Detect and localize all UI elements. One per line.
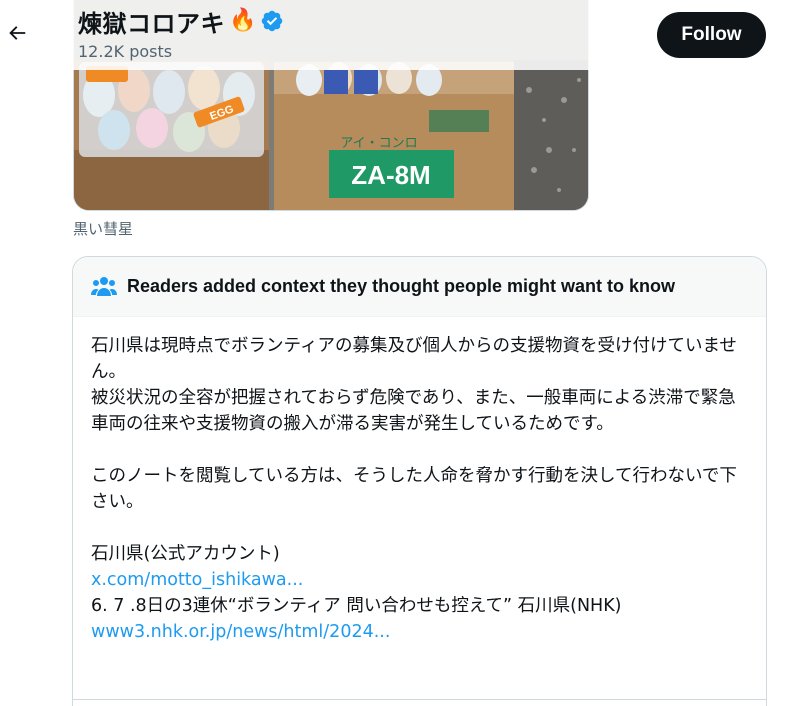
note-paragraph: このノートを閲覧している方は、そうした人命を脅かす行動を決して行わないで下さい。 (91, 466, 737, 512)
profile-title-row: 煉獄コロアキ 🔥 (78, 4, 284, 38)
follow-button[interactable]: Follow (657, 12, 766, 58)
divider (73, 699, 766, 700)
note-paragraph: 被災状況の全容が把握されておらず危険であり、また、一般車両による渋滞で緊急車両の… (91, 388, 736, 434)
note-source-label: 石川県(公式アカウント) (91, 544, 280, 564)
community-note-body: 石川県は現時点でボランティアの募集及び個人からの支援物資を受け付けていません。 … (73, 317, 766, 645)
photo-caption: 黒い彗星 (73, 220, 134, 238)
flame-emoji: 🔥 (229, 8, 257, 33)
verified-badge-icon[interactable] (260, 9, 284, 33)
profile-header: 煉獄コロアキ 🔥 12.2K posts Follow (0, 0, 797, 70)
note-source-link[interactable]: x.com/motto_ishikawa... (91, 567, 748, 593)
note-source-label: 6. 7 .8日の3連休“ボランティア 問い合わせも控えて” 石川県(NHK) (91, 596, 622, 616)
community-note: Readers added context they thought peopl… (72, 256, 767, 706)
box-label-top: アイ・コンロ (340, 136, 417, 151)
back-button[interactable] (0, 14, 34, 52)
box-label-main: ZA-8M (351, 160, 430, 190)
note-source-link[interactable]: www3.nhk.or.jp/news/html/2024... (91, 619, 748, 645)
community-note-header: Readers added context they thought peopl… (73, 257, 766, 317)
people-icon (91, 276, 117, 296)
community-note-title: Readers added context they thought peopl… (127, 276, 676, 296)
back-arrow-icon (9, 26, 26, 40)
profile-name[interactable]: 煉獄コロアキ (78, 4, 225, 39)
note-paragraph: 石川県は現時点でボランティアの募集及び個人からの支援物資を受け付けていません。 (91, 336, 737, 382)
post-count: 12.2K posts (78, 42, 173, 61)
